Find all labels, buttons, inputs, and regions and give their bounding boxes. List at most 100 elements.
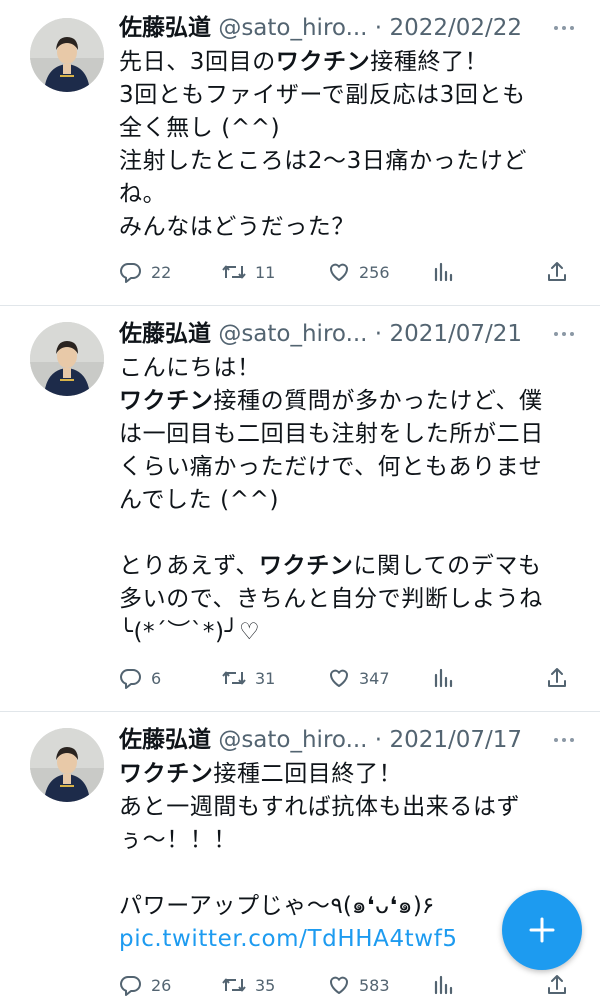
tweet-line: 3回ともファイザーで副反応は3回とも [119, 79, 579, 112]
tweet-date[interactable]: 2022/02/22 [389, 15, 522, 41]
share-button[interactable] [545, 970, 569, 1000]
text-segment: に関してのデマも [353, 553, 542, 579]
avatar[interactable] [30, 322, 104, 396]
text-segment: みんなはどうだった？ [119, 214, 355, 240]
header-separator: · [367, 15, 390, 41]
reply-icon [120, 263, 141, 283]
tweet-date[interactable]: 2021/07/17 [389, 727, 522, 753]
compose-button[interactable] [502, 890, 582, 970]
tweet-line: くらい痛かっただけで、何ともありませ [119, 451, 579, 484]
share-icon [548, 262, 566, 281]
author-handle[interactable]: @sato_hiro... [218, 727, 367, 753]
tweet[interactable]: 佐藤弘道 @sato_hiro... · 2022/02/22 先日、3回目のワ… [0, 0, 600, 305]
analytics-button[interactable] [432, 970, 454, 1000]
avatar[interactable] [30, 728, 104, 802]
tweet-line: 先日、3回目のワクチン接種終了！ [119, 46, 579, 79]
tweet-line: 注射したところは2〜3日痛かったけど [119, 145, 579, 178]
text-segment: ╰(*´︶`*)╯♡ [119, 619, 261, 645]
tweet-line: あと一週間もすれば抗体も出来るはず [119, 791, 579, 824]
tweet-header: 佐藤弘道 @sato_hiro... · 2022/02/22 [119, 12, 600, 44]
reply-button[interactable]: 22 [119, 257, 171, 287]
reply-button[interactable]: 26 [119, 970, 171, 1000]
tweet-text: 先日、3回目のワクチン接種終了！ 3回ともファイザーで副反応は3回とも 全く無し… [119, 46, 579, 244]
heart-icon [329, 976, 349, 994]
reply-icon [120, 976, 141, 996]
like-count: 347 [359, 668, 390, 688]
retweet-button[interactable]: 31 [221, 663, 275, 693]
text-segment: は一回目も二回目も注射をした所が二日 [119, 421, 544, 447]
tweet-line: ワクチン接種二回目終了！ [119, 758, 579, 791]
share-button[interactable] [545, 257, 569, 287]
reply-button[interactable]: 6 [119, 663, 161, 693]
author-name[interactable]: 佐藤弘道 [119, 727, 211, 753]
tweet-date[interactable]: 2021/07/21 [389, 321, 522, 347]
tweet-line [119, 517, 579, 550]
text-segment: 接種の質問が多かったけど、僕 [213, 388, 543, 414]
text-segment: 接種終了！ [370, 49, 489, 75]
analytics-icon [434, 975, 453, 995]
text-segment: 先日、3回目の [119, 49, 276, 75]
heart-icon [329, 263, 349, 281]
tweet-line: は一回目も二回目も注射をした所が二日 [119, 418, 579, 451]
like-button[interactable]: 347 [327, 663, 390, 693]
author-handle[interactable]: @sato_hiro... [218, 15, 367, 41]
analytics-button[interactable] [432, 663, 454, 693]
tweet-line: ぅ〜！！！ [119, 824, 579, 857]
hashtag-keyword[interactable]: ワクチン [259, 553, 353, 579]
retweet-count: 11 [255, 262, 276, 282]
text-segment: ね。 [119, 181, 167, 207]
text-segment: くらい痛かっただけで、何ともありませ [119, 454, 543, 480]
reply-count: 6 [151, 668, 162, 688]
tweet-line: とりあえず、ワクチンに関してのデマも [119, 550, 579, 583]
tweet-actions: 6 31 347 [119, 663, 579, 693]
analytics-button[interactable] [432, 257, 454, 287]
tweet-line: ワクチン接種の質問が多かったけど、僕 [119, 385, 579, 418]
text-segment: んでした (^^) [119, 487, 280, 513]
analytics-icon [434, 668, 453, 688]
reply-icon [120, 669, 141, 689]
retweet-button[interactable]: 11 [221, 257, 275, 287]
hashtag-keyword[interactable]: ワクチン [276, 49, 370, 75]
avatar[interactable] [30, 18, 104, 92]
share-button[interactable] [545, 663, 569, 693]
media-link[interactable]: pic.twitter.com/TdHHA4twf5 [119, 926, 458, 952]
compose-plus-icon [529, 917, 555, 943]
more-icon[interactable] [552, 318, 576, 350]
text-segment: 多いので、きちんと自分で判断しようね [119, 586, 543, 612]
tweet-line [119, 857, 579, 890]
tweet-text: こんにちは！ ワクチン接種の質問が多かったけど、僕 は一回目も二回目も注射をした… [119, 352, 579, 649]
retweet-count: 31 [255, 668, 276, 688]
author-name[interactable]: 佐藤弘道 [119, 321, 211, 347]
heart-icon [329, 669, 349, 687]
retweet-icon [222, 978, 246, 992]
text-segment: ぅ〜！！！ [119, 827, 237, 853]
text-segment: 3回ともファイザーで副反応は3回とも [119, 82, 526, 108]
tweet-actions: 22 11 256 [119, 257, 579, 287]
tweet-line: ╰(*´︶`*)╯♡ [119, 616, 579, 649]
hashtag-keyword[interactable]: ワクチン [119, 388, 213, 414]
like-count: 256 [359, 262, 390, 282]
retweet-button[interactable]: 35 [221, 970, 275, 1000]
hashtag-keyword[interactable]: ワクチン [119, 761, 213, 787]
tweet-line: ね。 [119, 178, 579, 211]
analytics-icon [434, 262, 453, 282]
like-button[interactable]: 583 [327, 970, 390, 1000]
tweet-line: こんにちは！ [119, 352, 579, 385]
share-icon [548, 668, 566, 687]
reply-count: 26 [151, 975, 172, 995]
more-icon[interactable] [552, 724, 576, 756]
text-segment: 接種二回目終了！ [213, 761, 403, 787]
tweet-line: 多いので、きちんと自分で判断しようね [119, 583, 579, 616]
author-name[interactable]: 佐藤弘道 [119, 15, 211, 41]
text-segment: 全く無し (^^) [119, 115, 281, 141]
tweet-header: 佐藤弘道 @sato_hiro... · 2021/07/17 [119, 724, 600, 756]
text-segment: パワーアップじゃ〜٩(๑❛ᴗ❛๑)۶ [119, 893, 435, 919]
tweet[interactable]: 佐藤弘道 @sato_hiro... · 2021/07/21 こんにちは！ ワ… [0, 306, 600, 710]
like-button[interactable]: 256 [327, 257, 390, 287]
share-icon [548, 975, 566, 994]
tweet-header: 佐藤弘道 @sato_hiro... · 2021/07/21 [119, 318, 600, 350]
reply-count: 22 [151, 262, 172, 282]
author-handle[interactable]: @sato_hiro... [218, 321, 367, 347]
more-icon[interactable] [552, 12, 576, 44]
text-segment: あと一週間もすれば抗体も出来るはず [119, 794, 521, 820]
